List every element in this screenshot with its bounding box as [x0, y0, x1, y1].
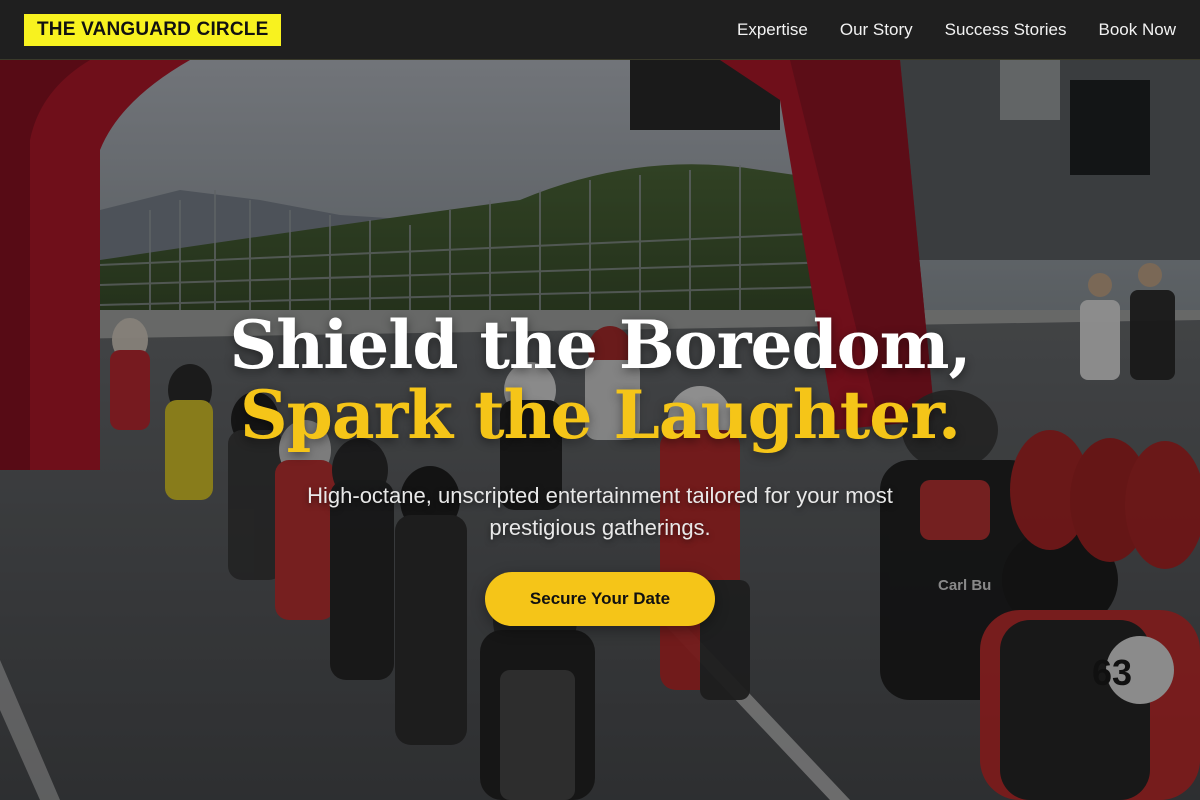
nav-link-book-now[interactable]: Book Now [1099, 20, 1176, 40]
top-navbar: THE VANGUARD CIRCLE Expertise Our Story … [0, 0, 1200, 60]
headline-text: Shield the Boredom, [229, 306, 972, 384]
hero-section: 63 Carl Bu Shield the Boredom, Spark the… [0, 60, 1200, 800]
nav-link-our-story[interactable]: Our Story [840, 20, 913, 40]
nav-link-success-stories[interactable]: Success Stories [945, 20, 1067, 40]
brand-logo[interactable]: THE VANGUARD CIRCLE [24, 13, 282, 46]
hero-headline: Shield the Boredom, Spark the Laughter. [120, 310, 1080, 450]
main-nav: Expertise Our Story Success Stories Book… [737, 20, 1176, 40]
hero-content: Shield the Boredom, Spark the Laughter. … [0, 310, 1200, 626]
hero-subheadline: High-octane, unscripted entertainment ta… [307, 483, 893, 540]
nav-link-expertise[interactable]: Expertise [737, 20, 808, 40]
secure-your-date-button[interactable]: Secure Your Date [485, 572, 715, 626]
headline-accent-text: Spark the Laughter. [240, 376, 961, 454]
